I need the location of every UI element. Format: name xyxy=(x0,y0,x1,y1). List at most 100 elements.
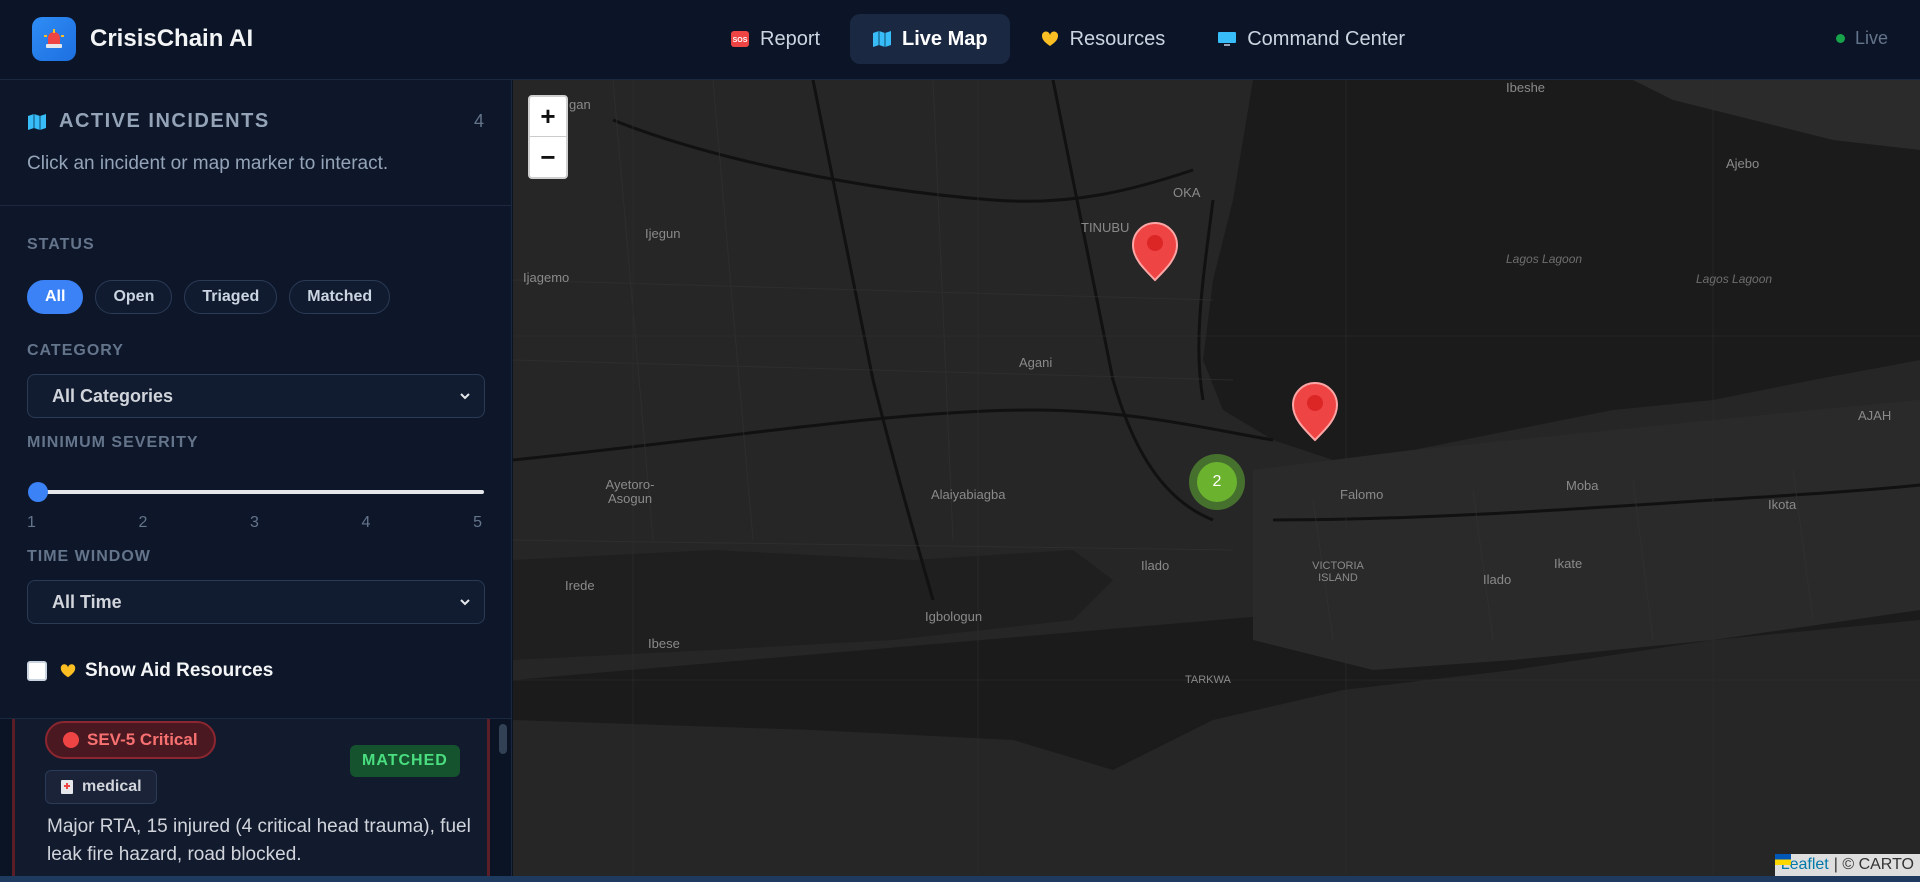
place-label: Falomo xyxy=(1340,487,1384,502)
time-filter-label: TIME WINDOW xyxy=(27,548,151,565)
show-resources-row[interactable]: Show Aid Resources xyxy=(27,660,484,682)
sidebar-subtitle: Click an incident or map marker to inter… xyxy=(27,153,389,174)
time-select-value: All Time xyxy=(52,591,122,612)
status-chip-all[interactable]: All xyxy=(27,280,84,314)
siren-icon xyxy=(32,17,76,61)
place-label: Irede xyxy=(565,578,595,593)
place-label: VICTORIA ISLAND xyxy=(1312,560,1364,584)
live-map[interactable]: Ibeshe Ajebo Lagos Lagoon Lagos Lagoon A… xyxy=(513,80,1920,876)
category-label: medical xyxy=(82,778,142,795)
status-badge: MATCHED xyxy=(350,745,460,777)
cluster-count: 2 xyxy=(1197,462,1237,502)
severity-slider[interactable] xyxy=(27,482,484,502)
place-label: Lagos Lagoon xyxy=(1506,252,1583,266)
place-label: Ilado xyxy=(1483,572,1512,587)
severity-ticks: 1 2 3 4 5 xyxy=(27,514,484,532)
show-resources-label-wrap: Show Aid Resources xyxy=(59,660,273,682)
place-label: TINUBU xyxy=(1081,220,1130,235)
sidebar-header: ACTIVE INCIDENTS 4 Click an incident or … xyxy=(0,80,511,206)
sidebar-title: ACTIVE INCIDENTS xyxy=(59,110,270,132)
place-label: Ijegun xyxy=(645,226,681,241)
brand[interactable]: CrisisChain AI xyxy=(32,17,253,61)
tick-label: 5 xyxy=(473,514,482,531)
nav-command-center[interactable]: Command Center xyxy=(1195,14,1427,64)
place-label: Ikate xyxy=(1554,556,1583,571)
place-label: Alaiyabiagba xyxy=(931,487,1006,502)
show-resources-label: Show Aid Resources xyxy=(85,660,274,681)
nav-report-label: Report xyxy=(760,27,821,50)
zoom-in-button[interactable]: + xyxy=(530,97,566,137)
heart-hand-icon xyxy=(1041,31,1058,46)
place-label: Ilado xyxy=(1141,558,1170,573)
category-filter-label: CATEGORY xyxy=(27,342,124,359)
computer-icon xyxy=(1218,32,1237,46)
nav-live-map[interactable]: Live Map xyxy=(850,14,1010,64)
zoom-out-button[interactable]: − xyxy=(530,137,566,177)
svg-text:SOS: SOS xyxy=(733,37,748,44)
live-indicator: Live xyxy=(1835,28,1888,49)
severity-badge: SEV-5 Critical xyxy=(45,721,216,759)
incident-list: SEV-5 Critical medical MATCHED Major RTA… xyxy=(0,718,511,882)
nav-resources-label: Resources xyxy=(1069,27,1166,50)
place-label: TARKWA xyxy=(1185,674,1231,686)
tick-label: 1 xyxy=(27,514,36,531)
live-dot-icon xyxy=(1835,34,1845,43)
show-resources-checkbox[interactable] xyxy=(27,661,47,681)
tick-label: 2 xyxy=(138,514,148,531)
place-label: Ibese xyxy=(648,636,680,651)
marker-cluster[interactable]: 2 xyxy=(1189,454,1245,510)
status-chip-matched[interactable]: Matched xyxy=(289,280,391,314)
incident-description: Major RTA, 15 injured (4 critical head t… xyxy=(47,816,471,865)
place-label: Ibeshe xyxy=(1506,80,1546,95)
incident-count: 4 xyxy=(473,111,484,131)
place-label: Lagos Lagoon xyxy=(1696,272,1773,286)
status-chip-open[interactable]: Open xyxy=(95,280,173,314)
incident-card[interactable]: SEV-5 Critical medical MATCHED Major RTA… xyxy=(12,719,490,882)
map-icon xyxy=(873,31,892,47)
heart-hand-icon xyxy=(60,664,76,678)
category-select[interactable]: All Categories xyxy=(27,374,485,418)
zoom-control: + − xyxy=(528,95,568,179)
place-label: OKA xyxy=(1173,185,1201,200)
place-label: Ayetoro-Asogun xyxy=(605,477,655,506)
nav-resources[interactable]: Resources xyxy=(1018,14,1188,64)
nav-command-center-label: Command Center xyxy=(1247,27,1406,50)
category-select-value: All Categories xyxy=(52,385,174,406)
place-label: Moba xyxy=(1566,478,1599,493)
tick-label: 3 xyxy=(250,514,259,531)
live-label: Live xyxy=(1854,28,1888,48)
nav-report[interactable]: SOS Report xyxy=(708,14,842,64)
map-attribution: Leaflet | © CARTO xyxy=(1774,854,1920,876)
place-label: Agani xyxy=(1019,355,1053,370)
place-label: gan xyxy=(569,97,591,112)
tick-label: 4 xyxy=(361,514,371,531)
scrollbar[interactable] xyxy=(499,724,507,754)
map-icon xyxy=(28,113,46,130)
app-name: CrisisChain AI xyxy=(90,25,254,52)
severity-dot-icon xyxy=(63,732,79,748)
sos-icon: SOS xyxy=(731,31,749,47)
top-navbar: CrisisChain AI SOS Report Live Map Resou… xyxy=(0,0,1920,80)
main-nav: SOS Report Live Map Resources Command Ce… xyxy=(708,14,1427,64)
filters-panel: STATUS All Open Triaged Matched CATEGORY… xyxy=(0,236,511,682)
place-label: Ijagemo xyxy=(523,270,570,285)
status-chips: All Open Triaged Matched xyxy=(27,280,484,314)
hospital-icon xyxy=(61,780,73,794)
slider-thumb[interactable] xyxy=(28,482,48,502)
category-badge: medical xyxy=(45,770,157,804)
incident-marker[interactable] xyxy=(1131,222,1179,282)
status-chip-triaged[interactable]: Triaged xyxy=(184,280,278,314)
place-label: Ikota xyxy=(1768,497,1797,512)
time-window-select[interactable]: All Time xyxy=(27,580,485,624)
incidents-sidebar: ACTIVE INCIDENTS 4 Click an incident or … xyxy=(0,80,512,882)
status-filter-label: STATUS xyxy=(27,236,95,253)
severity-filter-label: MINIMUM SEVERITY xyxy=(27,434,199,451)
chevron-down-icon xyxy=(460,393,470,400)
place-label: Igbologun xyxy=(925,609,983,624)
ukraine-flag-icon xyxy=(1774,854,1791,865)
bottom-strip xyxy=(0,876,1920,882)
nav-live-map-label: Live Map xyxy=(902,27,988,50)
place-label: Ajebo xyxy=(1726,156,1760,171)
chevron-down-icon xyxy=(460,599,470,606)
slider-track xyxy=(31,490,484,494)
